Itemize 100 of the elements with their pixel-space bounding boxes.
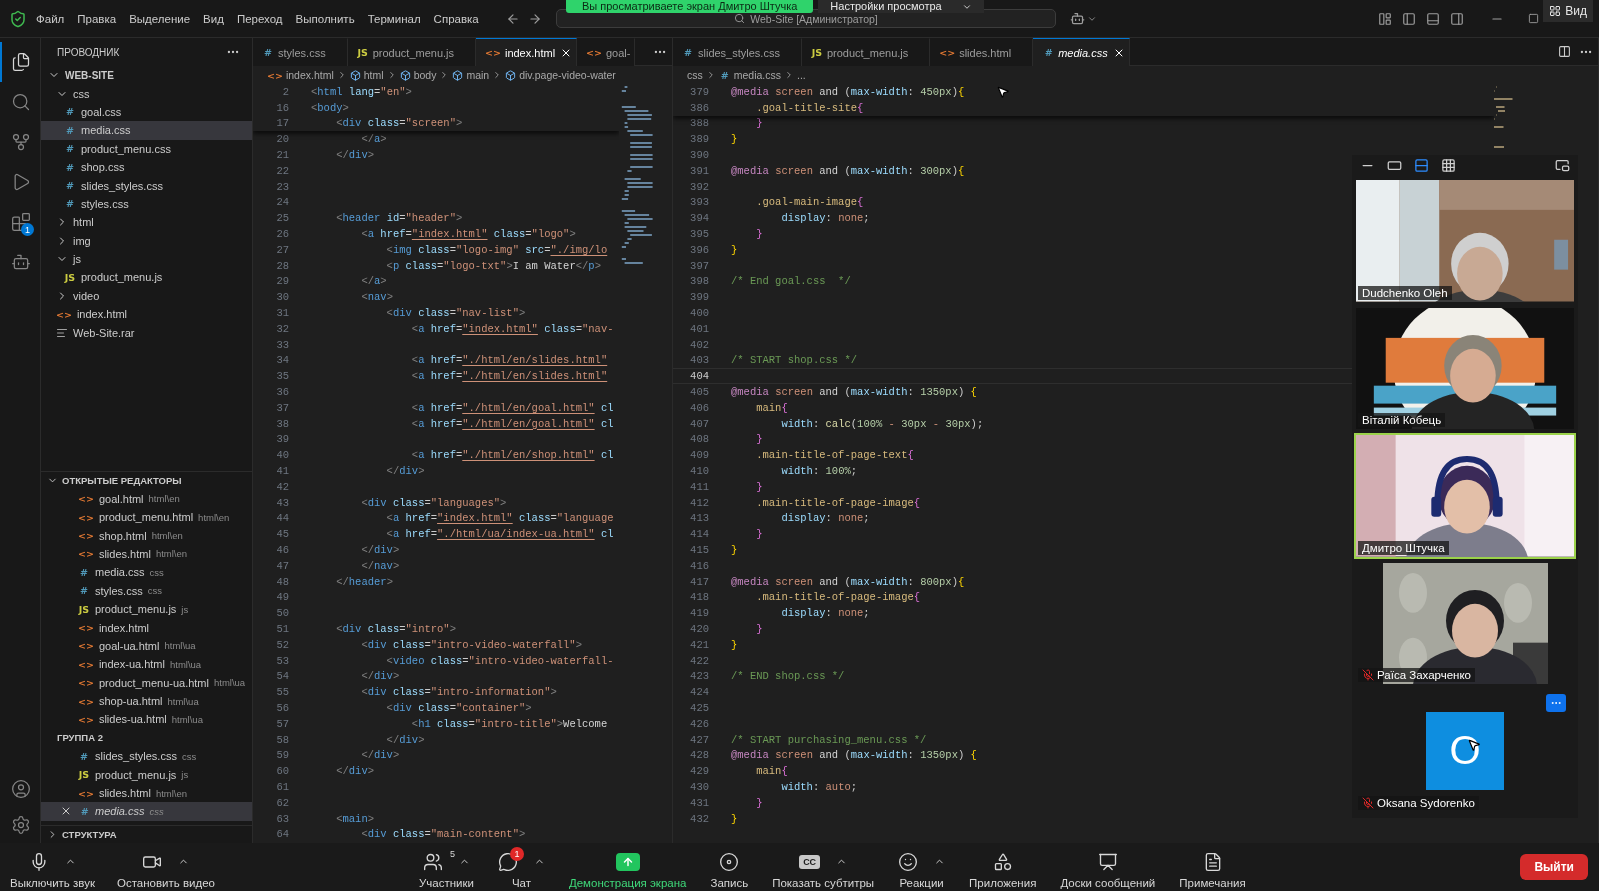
editor-tab[interactable]: JS product_menu.js xyxy=(347,38,476,66)
folder-item[interactable]: html xyxy=(41,213,252,232)
participants-button[interactable]: 5 Участники xyxy=(416,845,476,889)
whiteboards-button[interactable]: Доски сообщений xyxy=(1058,845,1158,889)
activity-button[interactable]: 1 xyxy=(0,202,40,242)
file-item[interactable]: # product_menu.css xyxy=(41,139,252,158)
open-editor-item[interactable]: <> slides.html html\en xyxy=(41,544,252,564)
open-editor-item[interactable]: <> shop-ua.html html\ua xyxy=(41,691,252,711)
editor-tab[interactable]: # media.css xyxy=(1033,38,1130,66)
breadcrumb-item[interactable]: index.html xyxy=(285,69,334,81)
open-editor-item[interactable]: <> index-ua.html html\ua xyxy=(41,655,252,674)
share-screen-button[interactable]: Демонстрация экрана xyxy=(566,845,689,889)
open-editor-item[interactable]: # styles.css css xyxy=(41,581,252,600)
open-editor-item[interactable]: JS product_menu.js js xyxy=(41,765,252,784)
folder-item[interactable]: js xyxy=(41,249,252,269)
editor-tab[interactable]: <> index.html xyxy=(476,38,578,66)
open-editor-item[interactable]: <> shop.html html\en xyxy=(41,526,252,545)
line-number: 50 xyxy=(275,607,289,620)
open-editor-item[interactable]: # media.css css xyxy=(41,563,252,582)
menu-item[interactable]: Выполнить xyxy=(295,12,355,25)
cube-icon xyxy=(452,69,464,81)
gallery-view-icon[interactable] xyxy=(1441,158,1456,173)
file-item[interactable]: # styles.css xyxy=(41,194,252,214)
pop-out-icon[interactable] xyxy=(1555,158,1570,173)
forward-arrow-icon[interactable] xyxy=(528,11,542,26)
folder-item[interactable]: img xyxy=(41,231,252,250)
menu-item[interactable]: Переход xyxy=(236,12,283,25)
file-item[interactable]: # slides_styles.css xyxy=(41,176,252,195)
notes-button[interactable]: Примечания xyxy=(1177,845,1248,889)
file-item[interactable]: <> index.html xyxy=(41,305,252,324)
hash-icon: # xyxy=(78,805,90,817)
sidebar-toggle-icon[interactable] xyxy=(1402,11,1416,26)
maximize-icon[interactable] xyxy=(1528,13,1539,24)
open-editor-item[interactable]: JS product_menu.js js xyxy=(41,599,252,619)
file-item[interactable]: # shop.css xyxy=(41,157,252,177)
code-line: <a href="index.html" class="language xyxy=(386,512,614,525)
breadcrumb-item[interactable]: ... xyxy=(797,69,806,81)
stop-video-button[interactable]: Остановить видео xyxy=(114,845,217,889)
open-editor-item[interactable]: <> slides.html html\en xyxy=(41,783,252,803)
settings-icon[interactable] xyxy=(11,815,31,835)
breadcrumb-item[interactable]: div.page-video-water xyxy=(519,69,616,81)
robot-icon[interactable] xyxy=(1070,11,1085,26)
angle-brackets-icon: <> xyxy=(485,47,501,58)
file-item[interactable]: # goal.css xyxy=(41,102,252,122)
panel-toggle-icon[interactable] xyxy=(1426,11,1440,26)
menu-item[interactable]: Выделение xyxy=(129,12,191,25)
editor-tab[interactable]: # styles.css xyxy=(253,38,348,66)
line-number: 414 xyxy=(689,528,709,541)
menu-item[interactable]: Вид xyxy=(203,12,224,25)
folder-item[interactable]: css xyxy=(41,84,252,103)
view-button[interactable]: Вид xyxy=(1543,0,1593,22)
line-number: 45 xyxy=(275,528,289,541)
leave-button[interactable]: Выйти xyxy=(1520,854,1588,880)
open-editor-item[interactable]: # media.css css xyxy=(41,802,252,821)
breadcrumb-item[interactable]: html xyxy=(363,69,384,81)
participant-name: Дмитро Штучка xyxy=(1362,541,1445,554)
back-arrow-icon[interactable] xyxy=(506,11,520,26)
breadcrumb-item[interactable]: css xyxy=(687,69,703,81)
file-item[interactable]: Web-Site.rar xyxy=(41,323,252,342)
open-editor-item[interactable]: <> goal.html html\en xyxy=(41,489,252,508)
line-number: 412 xyxy=(689,496,709,509)
user-icon[interactable] xyxy=(11,779,31,799)
file-item[interactable]: # media.css xyxy=(41,121,252,140)
section-header[interactable]: ОТКРЫТЫЕ РЕДАКТОРЫ xyxy=(41,471,252,490)
line-number: 423 xyxy=(689,670,709,683)
chat-button[interactable]: 1 Чат xyxy=(495,845,547,889)
line-number: 26 xyxy=(275,228,289,241)
open-editor-item[interactable]: <> product_menu-ua.html html\ua xyxy=(41,673,252,692)
record-button[interactable]: Запись xyxy=(708,845,751,889)
editor-tab[interactable]: <> slides.html xyxy=(930,38,1034,66)
more-button[interactable] xyxy=(1546,694,1566,712)
apps-button[interactable]: Приложения xyxy=(967,845,1039,889)
breadcrumb-item[interactable]: main xyxy=(466,69,490,81)
reactions-button[interactable]: Реакции xyxy=(896,845,948,889)
line-number: 402 xyxy=(689,338,709,351)
layout-icon[interactable] xyxy=(1378,11,1392,26)
split-editor-icon[interactable] xyxy=(1558,45,1571,58)
menu-item[interactable]: Справка xyxy=(433,12,479,25)
menu-item[interactable]: Терминал xyxy=(367,12,421,25)
editor-tab[interactable]: JS product_menu.js xyxy=(801,38,931,66)
view-settings-button[interactable]: Настройки просмотра xyxy=(818,0,984,13)
menu-item[interactable]: Файл xyxy=(36,12,65,25)
open-editor-item[interactable]: <> product_menu.html html\en xyxy=(41,507,252,527)
strip-view-icon[interactable] xyxy=(1387,158,1402,173)
mute-button[interactable]: Выключить звук xyxy=(8,845,97,889)
folder-item[interactable]: video xyxy=(41,286,252,306)
speaker-view-icon[interactable] xyxy=(1414,158,1429,173)
open-editor-item[interactable]: # slides_styles.css css xyxy=(41,747,252,766)
menu-item[interactable]: Правка xyxy=(77,12,117,25)
open-editor-item[interactable]: <> slides-ua.html html\ua xyxy=(41,710,252,729)
folder-item[interactable]: WEB-SITE xyxy=(41,66,252,85)
breadcrumb-item[interactable]: body xyxy=(413,69,437,81)
secondary-sidebar-icon[interactable] xyxy=(1450,11,1464,26)
editor-tab[interactable]: <> goal- xyxy=(577,38,636,66)
open-editor-item[interactable]: <> index.html xyxy=(41,618,252,637)
breadcrumb-item[interactable]: media.css xyxy=(733,69,781,81)
editor-tab[interactable]: # slides_styles.css xyxy=(673,38,802,66)
open-editor-item[interactable]: <> goal-ua.html html\ua xyxy=(41,636,252,656)
file-item[interactable]: JS product_menu.js xyxy=(41,268,252,287)
captions-button[interactable]: CC Показать субтитры xyxy=(770,845,877,889)
